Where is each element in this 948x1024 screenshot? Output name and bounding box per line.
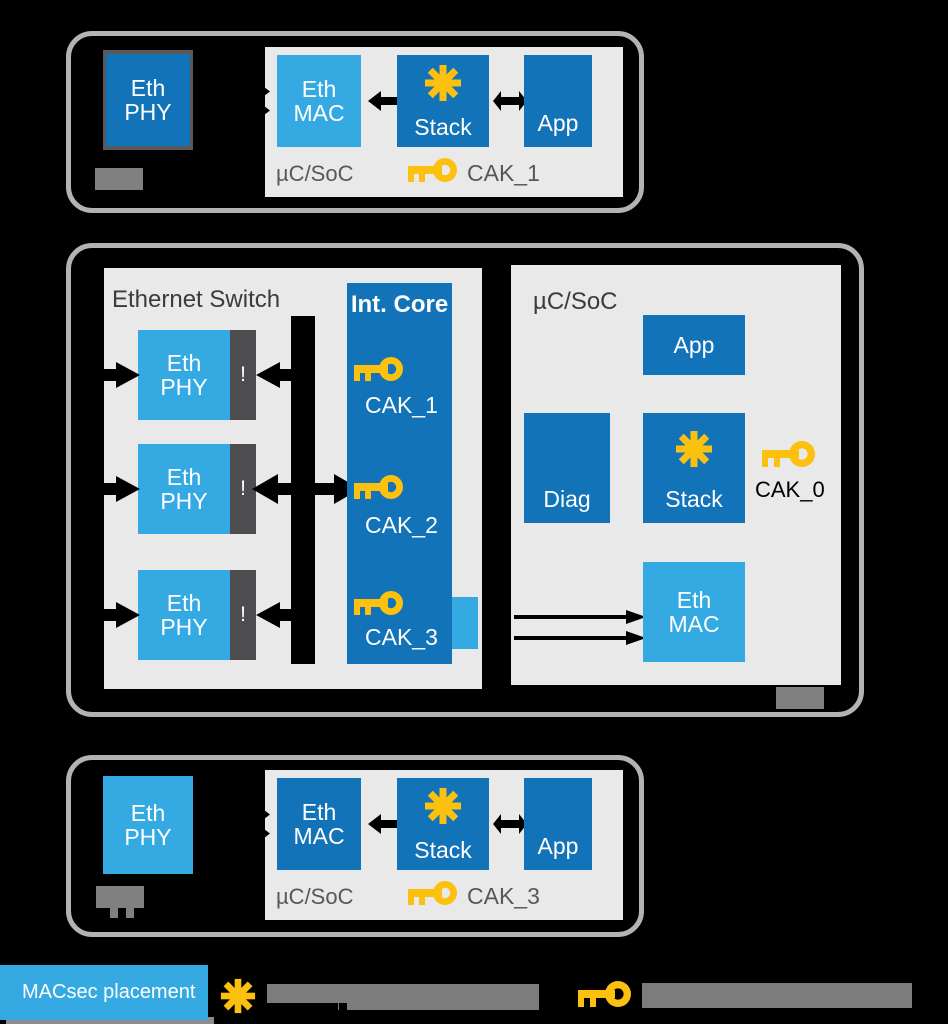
switch-eth-phy-3-label-2: PHY	[160, 614, 208, 640]
ingress-arrow-3	[80, 602, 140, 628]
top-eth-phy-label-1: Eth	[130, 74, 166, 101]
top-app-label: App	[537, 109, 579, 136]
switch-eth-phy-2-label-2: PHY	[160, 488, 208, 514]
bottom-eth-mac-label-2: MAC	[293, 823, 345, 849]
core-to-mac-line-1	[514, 610, 646, 624]
legend: MACsec placement	[0, 965, 948, 1024]
top-stack-app-arrow	[493, 91, 527, 111]
switch-eth-phy-block-3[interactable]: Eth PHY	[138, 570, 230, 660]
legend-star-text-redacted-4	[347, 984, 539, 1010]
switch-eth-phy-2-label-1: Eth	[166, 463, 202, 490]
ingress-arrow-2	[80, 476, 140, 502]
top-eth-mac-block[interactable]: Eth MAC	[277, 55, 361, 147]
middle-eth-mac-label-2: MAC	[668, 611, 720, 637]
ethernet-switch-label: Ethernet Switch	[112, 286, 281, 313]
ingress-arrow-1	[80, 362, 140, 388]
key-icon	[350, 474, 406, 502]
star-icon	[219, 977, 257, 1015]
bottom-stack-label: Stack	[414, 836, 472, 863]
bottom-eth-mac-label-1: Eth	[301, 798, 337, 825]
external-bus-left	[72, 330, 80, 660]
middle-soc-label: µC/SoC	[533, 288, 618, 315]
bus-to-phy-arrow-3	[256, 602, 312, 628]
middle-eth-mac-block[interactable]: Eth MAC	[643, 562, 745, 662]
int-core-cak-label-1: CAK_1	[365, 392, 438, 418]
middle-app-label: App	[673, 331, 715, 358]
middle-diag-label: Diag	[543, 485, 591, 512]
switch-macsec-gate-3[interactable]: !	[230, 570, 256, 660]
switch-soc-interconnect-bus	[490, 252, 502, 712]
bottom-stack-block[interactable]: Stack	[397, 778, 489, 870]
middle-stack-block[interactable]: Stack	[643, 413, 745, 523]
top-eth-phy-block[interactable]: Eth PHY	[106, 54, 190, 146]
bottom-soc-label: µC/SoC	[276, 884, 354, 909]
top-cak-label: CAK_1	[467, 160, 540, 186]
bottom-cak-label: CAK_3	[467, 883, 540, 909]
key-icon	[350, 356, 406, 384]
star-icon	[423, 63, 463, 103]
diagram-canvas: Eth PHY Eth MAC Stack App µC/SoC CAK_1 E…	[0, 0, 948, 1024]
switch-eth-phy-block-1[interactable]: Eth PHY	[138, 330, 230, 420]
int-core-macsec-port[interactable]	[452, 597, 478, 649]
top-eth-mac-label-1: Eth	[301, 75, 337, 102]
switch-eth-phy-1-label-1: Eth	[166, 349, 202, 376]
bottom-eth-mac-block[interactable]: Eth MAC	[277, 778, 361, 870]
star-icon	[674, 429, 714, 469]
key-icon	[758, 440, 818, 470]
middle-eth-mac-label-1: Eth	[676, 586, 712, 613]
middle-stack-label: Stack	[665, 485, 723, 512]
top-eth-phy-label-2: PHY	[124, 99, 172, 125]
top-connector-icon	[95, 168, 143, 190]
top-eth-mac-label-2: MAC	[293, 100, 345, 126]
switch-macsec-gate-1[interactable]: !	[230, 330, 256, 420]
top-soc-label: µC/SoC	[276, 161, 354, 186]
int-core-label: Int. Core	[350, 291, 449, 318]
bottom-stack-app-arrow	[493, 814, 527, 834]
switch-eth-phy-3-label-1: Eth	[166, 589, 202, 616]
legend-key-text-redacted	[642, 983, 912, 1008]
middle-app-block[interactable]: App	[643, 315, 745, 375]
key-icon	[350, 590, 406, 618]
bottom-eth-phy-label-1: Eth	[130, 799, 166, 826]
middle-soc-cak-label: CAK_0	[755, 477, 825, 502]
bus-to-phy-arrow-1	[256, 362, 312, 388]
int-core-cak-label-2: CAK_2	[365, 512, 438, 538]
middle-diag-block[interactable]: Diag	[524, 413, 610, 523]
bottom-connector-icon	[96, 886, 144, 908]
switch-eth-phy-1-label-2: PHY	[160, 374, 208, 400]
bottom-eth-phy-block[interactable]: Eth PHY	[103, 776, 193, 874]
bottom-app-label: App	[537, 832, 579, 859]
top-stack-block[interactable]: Stack	[397, 55, 489, 147]
key-icon	[404, 157, 460, 185]
bottom-app-block[interactable]: App	[524, 778, 592, 870]
star-icon	[423, 786, 463, 826]
key-icon	[574, 980, 634, 1010]
bottom-eth-phy-label-2: PHY	[124, 824, 172, 850]
bottom-connector-pin-1	[110, 908, 118, 918]
int-core-cak-label-3: CAK_3	[365, 624, 438, 650]
top-stack-label: Stack	[414, 113, 472, 140]
switch-eth-phy-block-2[interactable]: Eth PHY	[138, 444, 230, 534]
key-icon	[404, 880, 460, 908]
middle-connector-icon	[776, 687, 824, 709]
legend-macsec-placement: MACsec placement	[0, 965, 208, 1020]
top-app-block[interactable]: App	[524, 55, 592, 147]
core-to-mac-line-2	[514, 631, 646, 645]
bottom-connector-pin-2	[126, 908, 134, 918]
